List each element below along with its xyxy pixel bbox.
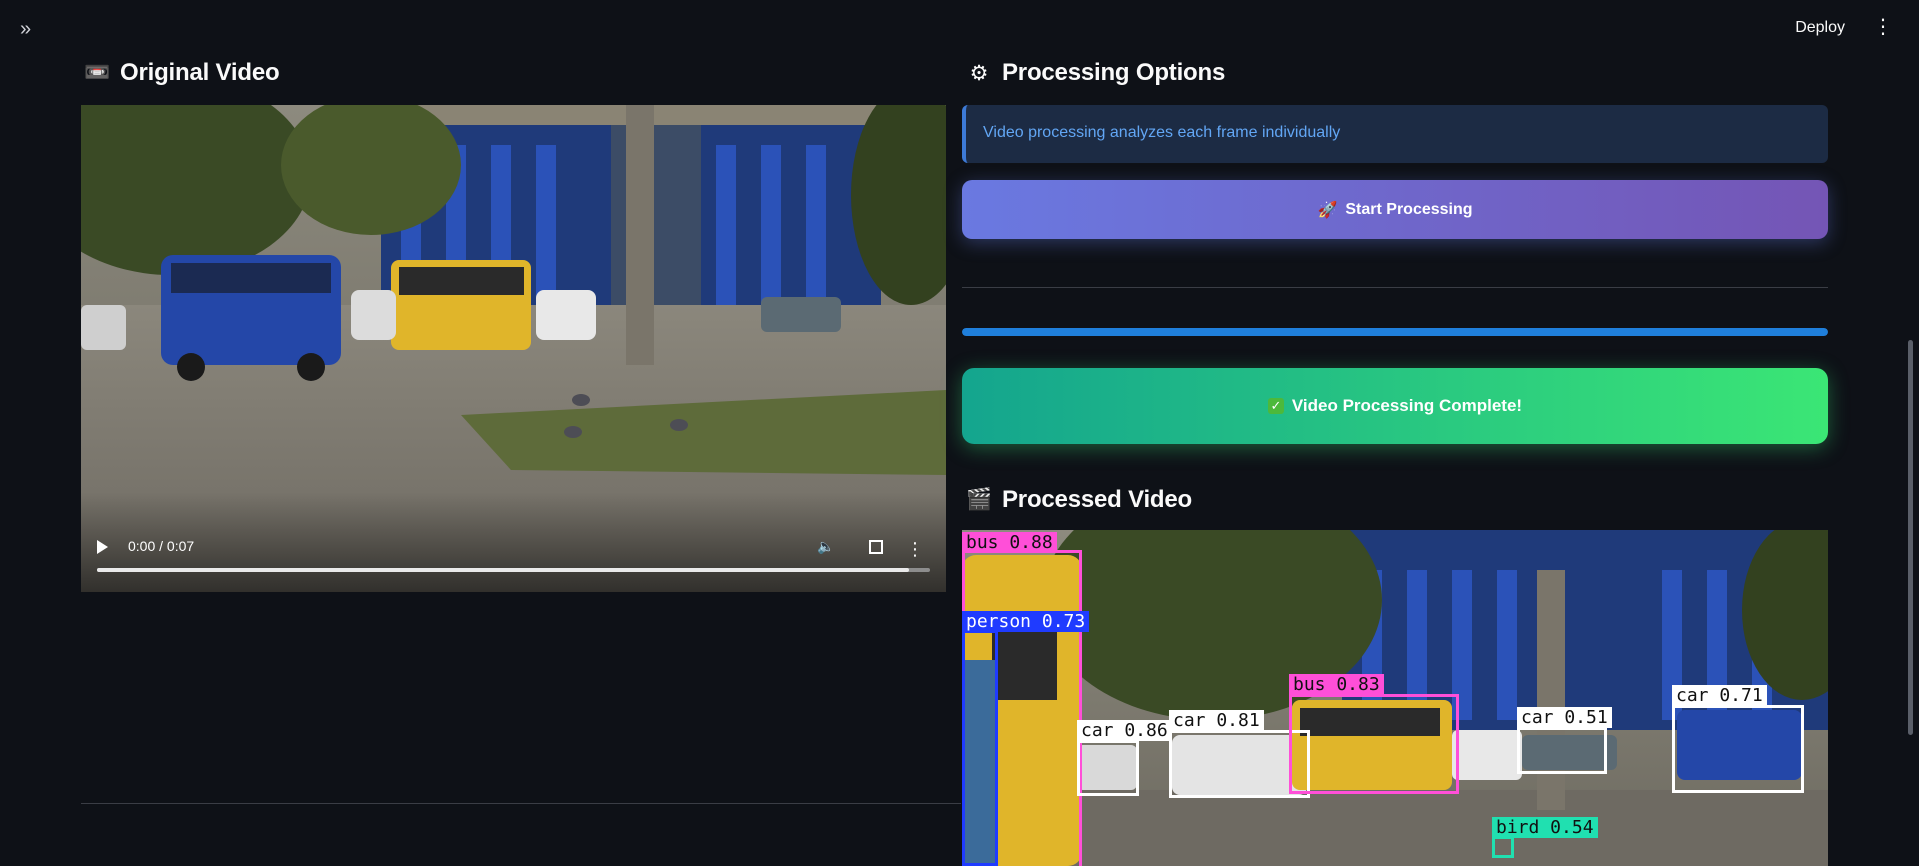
original-video-heading: 📼 Original Video xyxy=(84,59,280,87)
success-text: Video Processing Complete! xyxy=(1291,396,1523,415)
start-processing-button[interactable]: 🚀 Start Processing xyxy=(962,180,1828,239)
detection-label: bus 0.83 xyxy=(1289,674,1384,695)
processing-options-title: Processing Options xyxy=(1002,59,1226,86)
check-box-icon: ✓ xyxy=(1267,398,1284,414)
detection-label: person 0.73 xyxy=(962,611,1090,632)
gear-icon: ⚙ xyxy=(969,61,989,85)
info-alert: Video processing analyzes each frame ind… xyxy=(962,105,1828,163)
video-controls: 0:00 / 0:07 🔈 ⋮ xyxy=(81,492,946,592)
detection-box xyxy=(1517,727,1607,774)
detection-box xyxy=(1077,740,1139,796)
more-options-icon[interactable]: ⋮ xyxy=(906,540,924,558)
processed-video-player[interactable]: bus 0.88 person 0.73 car 0.86 car 0.81 b… xyxy=(962,530,1828,866)
deploy-button[interactable]: Deploy xyxy=(1795,19,1845,37)
detection-label: car 0.71 xyxy=(1672,685,1767,706)
video-camera-icon: 📼 xyxy=(84,61,110,84)
play-icon[interactable] xyxy=(97,540,108,554)
detection-box xyxy=(962,630,998,866)
info-text: Video processing analyzes each frame ind… xyxy=(983,124,1341,141)
processing-progress-fill xyxy=(962,328,1828,336)
vertical-dots-icon[interactable]: ⋮ xyxy=(1873,17,1893,37)
detection-box xyxy=(1672,705,1804,793)
video-time: 0:00 / 0:07 xyxy=(128,538,195,554)
detection-box xyxy=(1492,836,1514,858)
video-seek-buffered xyxy=(97,568,910,572)
start-processing-label: Start Processing xyxy=(1345,200,1473,218)
detection-label: bus 0.88 xyxy=(962,532,1057,553)
processed-video-title: Processed Video xyxy=(1002,486,1192,513)
detection-box xyxy=(1289,694,1459,794)
volume-icon[interactable]: 🔈 xyxy=(817,538,834,554)
processed-video-heading: 🎬 Processed Video xyxy=(966,486,1192,514)
rocket-icon: 🚀 xyxy=(1317,201,1338,219)
video-seek-bar[interactable] xyxy=(97,568,930,572)
fullscreen-icon[interactable] xyxy=(869,540,883,554)
detection-label: car 0.51 xyxy=(1517,707,1612,728)
detection-label: car 0.86 xyxy=(1077,720,1172,741)
top-bar: » Deploy ⋮ xyxy=(0,0,1919,58)
clapperboard-icon: 🎬 xyxy=(966,488,992,511)
detection-label: bird 0.54 xyxy=(1492,817,1598,838)
success-banner: ✓ Video Processing Complete! xyxy=(962,368,1828,444)
original-video-player[interactable]: 0:00 / 0:07 🔈 ⋮ xyxy=(81,105,946,592)
processing-progress-bar xyxy=(962,328,1828,336)
section-divider xyxy=(81,803,961,804)
detection-label: car 0.81 xyxy=(1169,710,1264,731)
processing-options-heading: ⚙ Processing Options xyxy=(966,59,1226,87)
double-chevron-right-icon[interactable]: » xyxy=(20,18,46,40)
section-divider xyxy=(962,287,1828,288)
original-video-title: Original Video xyxy=(120,59,280,86)
page-scrollbar[interactable] xyxy=(1908,340,1913,735)
